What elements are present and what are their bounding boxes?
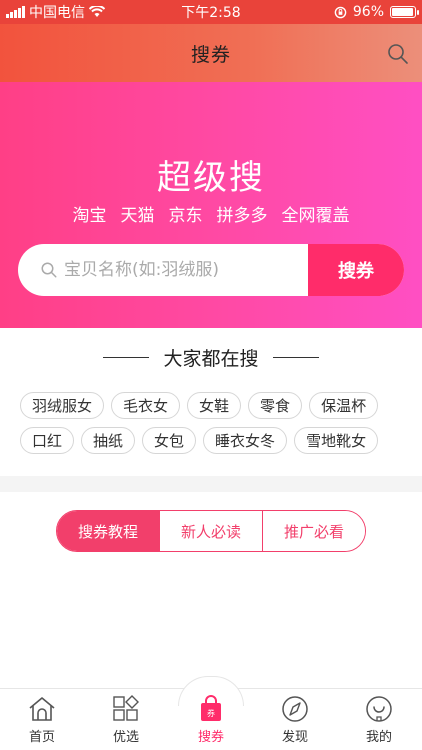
tab-newbie-guide[interactable]: 新人必读	[159, 511, 262, 551]
tab-promotion-guide[interactable]: 推广必看	[262, 511, 365, 551]
hot-tag[interactable]: 毛衣女	[111, 392, 181, 419]
tab-search-tutorial[interactable]: 搜券教程	[57, 511, 159, 551]
platform-pinduoduo: 拼多多	[216, 206, 268, 226]
tabbar-item-featured[interactable]: 优选	[91, 695, 161, 745]
hot-search-title: 大家都在搜	[163, 348, 259, 370]
hot-tag[interactable]: 睡衣女冬	[203, 427, 288, 454]
platform-taobao: 淘宝	[72, 206, 107, 226]
nav-bar: 搜券	[0, 24, 422, 82]
hot-tag[interactable]: 羽绒服女	[20, 392, 105, 419]
platform-all: 全网覆盖	[281, 206, 350, 226]
search-button[interactable]: 搜券	[308, 244, 404, 296]
search-field-wrap	[18, 244, 308, 296]
tabbar-label: 首页	[28, 730, 55, 745]
tabbar-item-home[interactable]: 首页	[7, 695, 77, 745]
tab-bar: 首页 优选 券 搜券 发现 我的	[0, 676, 422, 750]
coupon-bag-icon: 券	[201, 695, 221, 721]
hot-tag[interactable]: 抽纸	[81, 427, 136, 454]
tag-row: 羽绒服女 毛衣女 女鞋 零食 保温杯	[20, 392, 402, 419]
home-icon	[29, 697, 55, 721]
battery-percent: 96%	[352, 4, 384, 20]
hero-title: 超级搜	[157, 158, 265, 198]
tabbar-label: 发现	[281, 730, 308, 745]
page-title: 搜券	[190, 43, 231, 66]
battery-icon	[390, 6, 419, 18]
section-divider	[0, 476, 422, 492]
tabbar-label: 我的	[365, 730, 392, 745]
status-right: 96%	[334, 4, 419, 20]
hot-tag[interactable]: 女鞋	[187, 392, 242, 419]
guide-tabs: 搜券教程 新人必读 推广必看	[56, 510, 366, 552]
search-icon[interactable]	[386, 42, 410, 66]
tabbar-label: 搜券	[197, 730, 224, 745]
divider-line	[272, 357, 319, 358]
tabbar-item-mine[interactable]: 我的	[344, 695, 414, 745]
tabbar-label: 优选	[112, 730, 139, 745]
search-input[interactable]	[64, 260, 294, 280]
hot-search-section: 大家都在搜 羽绒服女 毛衣女 女鞋 零食 保温杯 口红 抽纸 女包 睡衣女冬 雪…	[0, 328, 422, 476]
tag-row: 口红 抽纸 女包 睡衣女冬 雪地靴女	[20, 427, 402, 454]
status-bar: 中国电信 下午2:58 96%	[0, 0, 422, 24]
platform-tmall: 天猫	[120, 206, 155, 226]
hot-tag[interactable]: 保温杯	[309, 392, 379, 419]
divider-line	[103, 357, 150, 358]
platform-list: 淘宝 天猫 京东 拼多多 全网覆盖	[0, 201, 422, 226]
grid-icon	[113, 695, 139, 721]
tabbar-item-coupon[interactable]: 券 搜券	[176, 695, 246, 745]
platform-jd: 京东	[168, 206, 203, 226]
hot-tag[interactable]: 零食	[248, 392, 303, 419]
hot-search-header: 大家都在搜	[0, 344, 422, 371]
compass-icon	[282, 696, 308, 722]
search-icon	[41, 262, 57, 278]
hero-banner: 超级搜 淘宝 天猫 京东 拼多多 全网覆盖 搜券	[0, 82, 422, 328]
hot-tag[interactable]: 女包	[142, 427, 197, 454]
tabbar-item-discover[interactable]: 发现	[260, 695, 330, 745]
orientation-lock-icon	[334, 6, 347, 18]
search-bar: 搜券	[18, 244, 404, 296]
hot-tag[interactable]: 口红	[20, 427, 75, 454]
hot-tag[interactable]: 雪地靴女	[294, 427, 379, 454]
profile-icon	[366, 696, 392, 722]
svg-text:券: 券	[207, 708, 215, 718]
hot-tags: 羽绒服女 毛衣女 女鞋 零食 保温杯 口红 抽纸 女包 睡衣女冬 雪地靴女	[20, 392, 402, 454]
